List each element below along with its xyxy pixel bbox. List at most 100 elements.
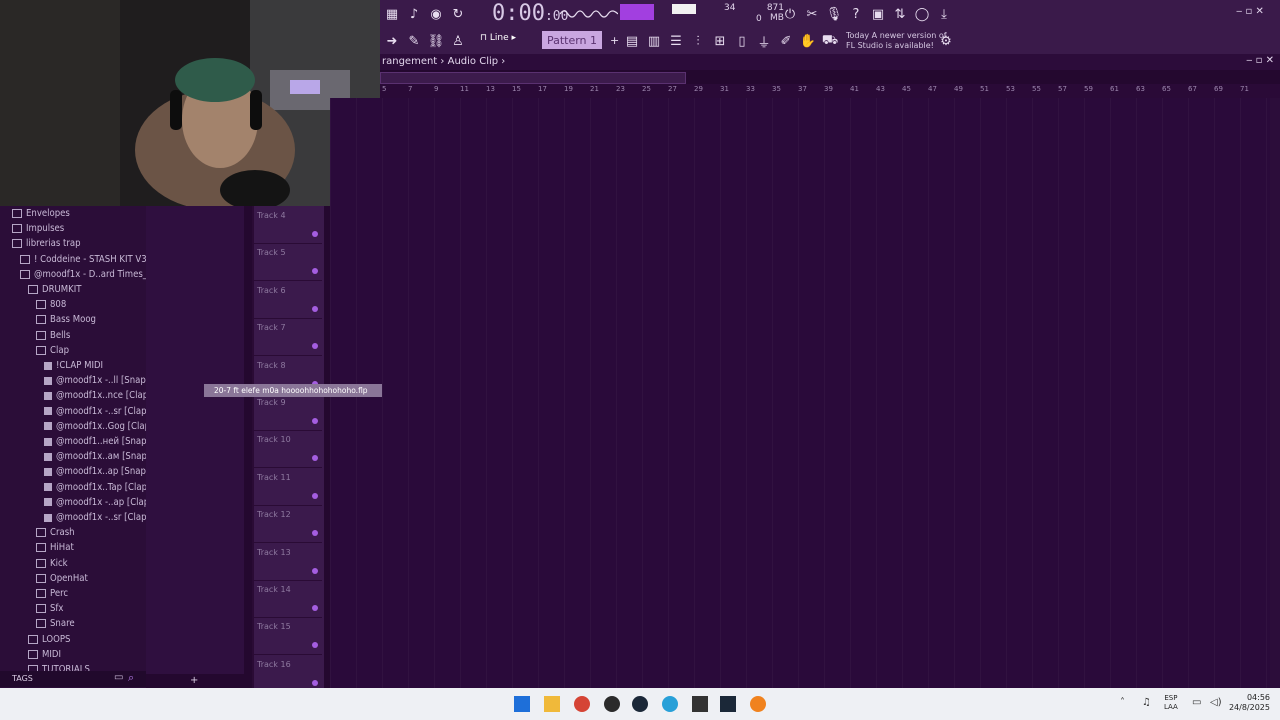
save-icon[interactable]: ▣ <box>868 4 888 24</box>
help-icon[interactable]: ? <box>846 4 866 24</box>
add-track-icon[interactable]: + <box>190 675 198 686</box>
browser-file[interactable]: @moodf1x -..ap [Clap] <box>0 497 153 512</box>
news-panel[interactable]: Today A newer version of FL Studio is av… <box>846 31 947 51</box>
plugin-picker-icon[interactable]: ⊞ <box>710 31 730 51</box>
chrome-icon[interactable] <box>574 696 590 712</box>
track-enable-icon[interactable] <box>312 492 318 499</box>
plug-icon[interactable]: ⏚ <box>754 31 774 51</box>
track-header[interactable]: Track 5 <box>254 243 322 282</box>
track-header[interactable]: Track 7 <box>254 318 322 357</box>
window-controls[interactable]: ‒ ▫ ✕ <box>1236 6 1264 17</box>
track-header[interactable]: Track 11 <box>254 468 322 506</box>
browser-folder[interactable]: Snare <box>0 618 75 633</box>
channel-rack-icon[interactable]: ☰ <box>666 31 686 51</box>
playlist-grid[interactable] <box>330 98 1270 688</box>
snap-selector[interactable]: ⊓ Line ▸ <box>480 33 526 49</box>
microphone-tray-icon[interactable]: ♫ <box>1142 697 1151 708</box>
app-icon[interactable] <box>692 696 708 712</box>
touch-icon[interactable]: ✋ <box>798 31 818 51</box>
horizontal-scrollbar[interactable] <box>380 72 686 84</box>
track-header[interactable]: Track 12 <box>254 505 322 544</box>
breadcrumb[interactable]: rangement › Audio Clip › <box>382 56 505 67</box>
clock[interactable]: 04:56 24/8/2025 <box>1229 693 1270 713</box>
breadcrumb-arrangement[interactable]: rangement <box>382 56 437 67</box>
track-header[interactable]: Track 9 <box>254 393 322 431</box>
arrow-right-icon[interactable]: ➜ <box>382 31 402 51</box>
loop-record-icon[interactable]: ↻ <box>448 4 468 24</box>
browser-file[interactable]: @moodf1x -..ll [Snap] <box>0 375 149 390</box>
browser-folder[interactable]: Clap <box>0 345 69 360</box>
playlist-icon[interactable]: ▤ <box>622 31 642 51</box>
browser-folder[interactable]: 808 <box>0 299 66 314</box>
browser-file[interactable]: @moodf1x..ap [Snap] <box>0 466 149 481</box>
browser-file[interactable]: @moodf1x -..sr [Clap] <box>0 406 150 421</box>
steam-icon[interactable] <box>632 696 648 712</box>
monitor-tray-icon[interactable]: ▭ <box>1192 697 1201 708</box>
piano-roll-icon[interactable]: ▥ <box>644 31 664 51</box>
track-enable-icon[interactable] <box>312 305 318 312</box>
file-explorer-icon[interactable] <box>544 696 560 712</box>
download-icon[interactable]: ⤓ <box>934 4 954 24</box>
stamp-icon[interactable]: ♙ <box>448 31 468 51</box>
browser-file[interactable]: @moodf1..ней [Snap] <box>0 436 150 451</box>
timeline-ruler[interactable]: 5 7 9 11 13 15 17 19 21 23 25 27 29 31 33 35 37 39 41 43 45 4… <box>380 84 1280 98</box>
track-header[interactable]: Track 6 <box>254 281 322 319</box>
playlist-window-controls[interactable]: ‒ ▫ ✕ <box>1246 55 1274 66</box>
browser-folder[interactable]: librerias trap <box>0 238 81 253</box>
mixer-icon[interactable]: ⇅ <box>890 4 910 24</box>
browser-folder[interactable]: Perc <box>0 588 68 603</box>
time-display[interactable]: 0:00:00 <box>492 1 568 26</box>
track-header[interactable]: Track 10 <box>254 430 322 469</box>
browser-file[interactable]: @moodf1x..Tap [Clap] <box>0 482 150 497</box>
browser-folder[interactable]: Envelopes <box>0 208 70 223</box>
browser-folder[interactable]: MIDI <box>0 649 61 664</box>
track-header[interactable]: Track 15 <box>254 617 322 656</box>
search-icon[interactable]: ⌕ <box>128 671 134 685</box>
track-header[interactable]: Track 14 <box>254 580 322 618</box>
pattern-song-mode-icon[interactable]: ▦ <box>382 4 402 24</box>
browser-file[interactable]: @moodf1x..nce [Clap] <box>0 390 151 405</box>
cart-icon[interactable]: ⛟ <box>820 31 840 51</box>
browser-folder[interactable]: Crash <box>0 527 75 542</box>
browser-folder[interactable]: Kick <box>0 558 68 573</box>
tray-chevron-icon[interactable]: ˄ <box>1120 697 1125 708</box>
browser-file[interactable]: @moodf1x..Gog [Clap] <box>0 421 153 436</box>
track-enable-icon[interactable] <box>312 642 318 649</box>
browser-folder[interactable]: Bells <box>0 330 70 345</box>
pattern-selector[interactable]: Pattern 1 <box>542 31 602 49</box>
folder-icon[interactable]: ▭ <box>114 672 123 683</box>
browser-folder[interactable]: HiHat <box>0 542 74 557</box>
browser-file[interactable]: !CLAP MIDI <box>0 360 103 375</box>
browser-file[interactable]: @moodf1x -..sr [Clap] <box>0 512 150 527</box>
track-enable-icon[interactable] <box>312 530 318 537</box>
track-enable-icon[interactable] <box>312 605 318 611</box>
link-icon[interactable]: ⛓ <box>426 31 446 51</box>
track-header[interactable]: Track 13 <box>254 543 322 581</box>
master-volume-meter[interactable] <box>620 4 654 20</box>
browser-folder[interactable]: OpenHat <box>0 573 88 588</box>
browser-folder[interactable]: ! Coddeine - STASH KIT V3 ! <box>0 254 153 269</box>
steam-2-icon[interactable] <box>720 696 736 712</box>
language-indicator[interactable]: ESP LAA <box>1164 694 1178 712</box>
pencil-icon[interactable]: ✎ <box>404 31 424 51</box>
browser-folder[interactable]: Impulses <box>0 223 64 238</box>
browser-icon[interactable]: ▯ <box>732 31 752 51</box>
track-enable-icon[interactable] <box>312 455 318 462</box>
vertical-scrollbar[interactable] <box>1270 98 1280 688</box>
track-enable-icon[interactable] <box>312 679 318 686</box>
browser-folder[interactable]: Bass Moog <box>0 314 96 329</box>
browser-folder[interactable]: LOOPS <box>0 634 70 649</box>
power-icon[interactable]: ⏻ <box>780 4 800 24</box>
volume-tray-icon[interactable]: ◁) <box>1210 697 1222 708</box>
browser-folder[interactable]: Sfx <box>0 603 64 618</box>
add-pattern-icon[interactable]: + <box>610 34 619 47</box>
tools-icon[interactable]: ✂ <box>802 4 822 24</box>
metronome-icon[interactable]: ♪ <box>404 4 424 24</box>
brush-icon[interactable]: ✐ <box>776 31 796 51</box>
track-enable-icon[interactable] <box>312 231 318 237</box>
mixer-view-icon[interactable]: ⫶ <box>688 31 708 51</box>
browser-folder[interactable]: @moodf1x - D..ard Times_ <box>0 269 147 284</box>
chat-icon[interactable]: ◯ <box>912 4 932 24</box>
track-header[interactable]: Track 4 <box>254 206 322 244</box>
breadcrumb-audio-clip[interactable]: Audio Clip <box>448 56 499 67</box>
